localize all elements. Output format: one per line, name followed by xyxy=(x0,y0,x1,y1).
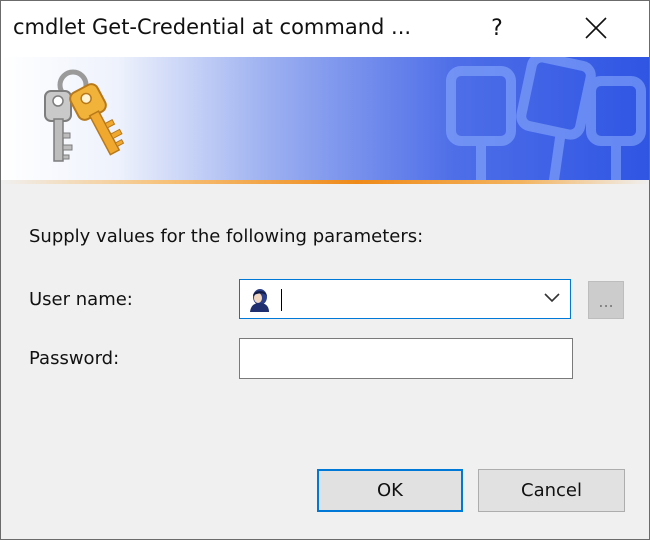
keys-icon xyxy=(44,69,125,162)
text-caret xyxy=(281,289,282,311)
credential-dialog: cmdlet Get-Credential at command ... ? S… xyxy=(0,0,650,540)
cancel-button[interactable]: Cancel xyxy=(478,469,625,512)
password-input[interactable] xyxy=(239,338,573,379)
chevron-down-icon[interactable] xyxy=(544,293,560,303)
user-name-label: User name: xyxy=(29,289,133,310)
header-banner xyxy=(1,57,649,180)
parameters-prompt: Supply values for the following paramete… xyxy=(29,226,424,247)
browse-button[interactable]: ... xyxy=(588,281,624,319)
title-bar[interactable]: cmdlet Get-Credential at command ... ? xyxy=(1,1,649,57)
close-button[interactable] xyxy=(569,1,625,57)
window-title: cmdlet Get-Credential at command ... xyxy=(13,15,412,39)
user-icon xyxy=(250,289,269,312)
password-label: Password: xyxy=(29,348,120,369)
banner-accent-line xyxy=(1,180,649,184)
close-icon xyxy=(585,17,607,39)
keys-watermark-icon xyxy=(446,57,646,180)
ok-button[interactable]: OK xyxy=(317,469,463,512)
help-button[interactable]: ? xyxy=(471,1,523,57)
user-name-combobox[interactable] xyxy=(239,279,571,319)
